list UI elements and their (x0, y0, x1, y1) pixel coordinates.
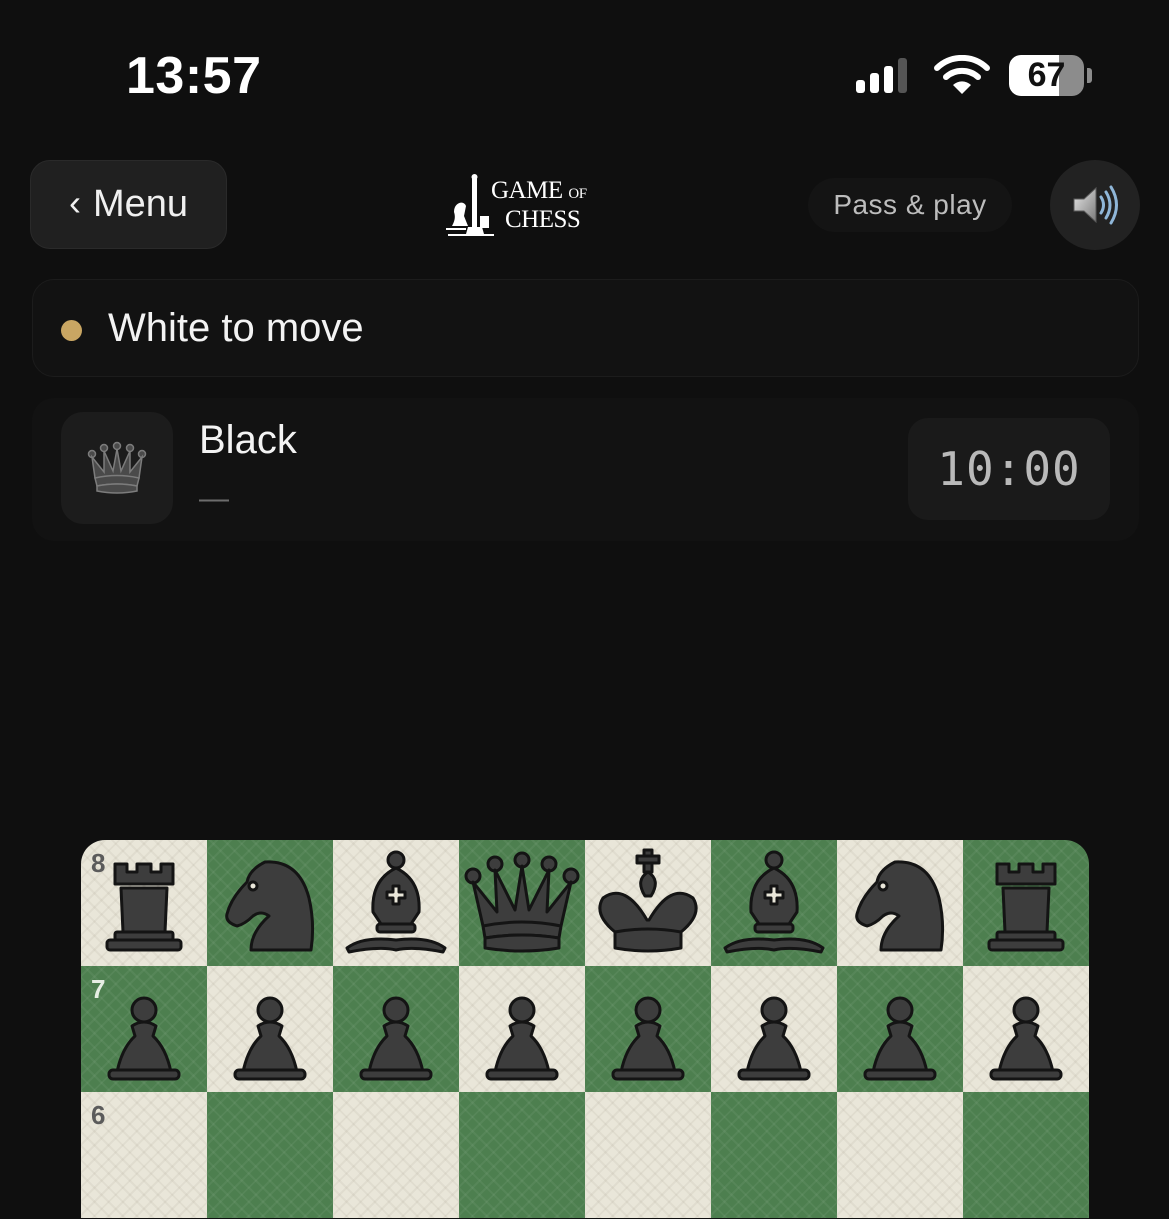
logo-line1: GAME (491, 177, 563, 204)
board-square[interactable] (585, 840, 711, 966)
board-square[interactable]: 8 (81, 840, 207, 966)
game-screen: 13:57 67 ‹ Menu GAME OF CHESS Pass & pla… (0, 0, 1169, 1219)
board-square[interactable] (585, 966, 711, 1092)
black-rook-icon[interactable] (81, 840, 207, 966)
black-queen-icon (87, 441, 147, 494)
board-square[interactable]: 6 (81, 1092, 207, 1218)
pass-and-play-mode[interactable]: Pass & play (808, 178, 1012, 232)
turn-dot (61, 320, 82, 341)
rank-label: 6 (91, 1100, 106, 1130)
logo-wordmark: GAME OF CHESS (491, 178, 587, 233)
black-pawn-icon[interactable] (81, 966, 207, 1092)
opponent-player-card: Black — 10:00 (32, 398, 1139, 541)
black-bishop-icon[interactable] (333, 840, 459, 966)
board-square[interactable] (459, 1092, 585, 1218)
board-square[interactable] (333, 1092, 459, 1218)
black-queen-icon[interactable] (459, 840, 585, 966)
player-name: Black (199, 418, 297, 462)
sound-toggle-button[interactable] (1050, 160, 1140, 250)
board-square[interactable] (837, 1092, 963, 1218)
board-square[interactable] (207, 1092, 333, 1218)
board-square[interactable] (963, 966, 1089, 1092)
menu-back-label: Menu (92, 183, 189, 225)
board-square[interactable] (333, 966, 459, 1092)
chevron-left-icon: ‹ (68, 181, 81, 223)
battery-nub (1087, 68, 1092, 83)
black-pawn-icon[interactable] (585, 966, 711, 1092)
battery-icon: 67 (1009, 55, 1084, 96)
black-pawn-icon[interactable] (207, 966, 333, 1092)
board-square[interactable] (963, 1092, 1089, 1218)
board-square[interactable] (963, 840, 1089, 966)
board-square[interactable] (207, 840, 333, 966)
menu-back-button[interactable]: ‹ Menu (30, 160, 227, 249)
board-square[interactable] (585, 1092, 711, 1218)
black-pawn-icon[interactable] (333, 966, 459, 1092)
speaker-icon (1073, 185, 1118, 225)
board-square[interactable] (711, 1092, 837, 1218)
black-knight-icon[interactable] (207, 840, 333, 966)
board-square[interactable] (459, 840, 585, 966)
black-king-icon[interactable] (585, 840, 711, 966)
black-rook-icon[interactable] (963, 840, 1089, 966)
chess-board[interactable]: 87 6 (81, 840, 1089, 1219)
board-square[interactable]: 7 (81, 966, 207, 1092)
chess-pieces-logo-icon (446, 174, 494, 236)
black-pawn-icon[interactable] (963, 966, 1089, 1092)
board-square[interactable] (459, 966, 585, 1092)
turn-indicator: White to move (32, 279, 1139, 377)
board-square[interactable] (711, 966, 837, 1092)
board-square[interactable] (207, 966, 333, 1092)
wifi-icon (934, 55, 990, 94)
cellular-signal-icon (856, 58, 907, 93)
black-pawn-icon[interactable] (459, 966, 585, 1092)
black-knight-icon[interactable] (837, 840, 963, 966)
player-captured-placeholder: — (199, 482, 229, 515)
logo-line2: CHESS (505, 206, 581, 233)
player-avatar (61, 412, 173, 524)
game-of-chess-logo: GAME OF CHESS (446, 172, 606, 242)
board-square[interactable] (837, 840, 963, 966)
black-bishop-icon[interactable] (711, 840, 837, 966)
player-clock: 10:00 (908, 418, 1110, 520)
turn-text: White to move (108, 306, 364, 350)
board-square[interactable] (333, 840, 459, 966)
battery-percent: 67 (1027, 56, 1066, 94)
board-square[interactable] (711, 840, 837, 966)
black-pawn-icon[interactable] (711, 966, 837, 1092)
black-pawn-icon[interactable] (837, 966, 963, 1092)
logo-of: OF (568, 186, 587, 202)
board-square[interactable] (837, 966, 963, 1092)
status-time: 13:57 (126, 47, 262, 105)
